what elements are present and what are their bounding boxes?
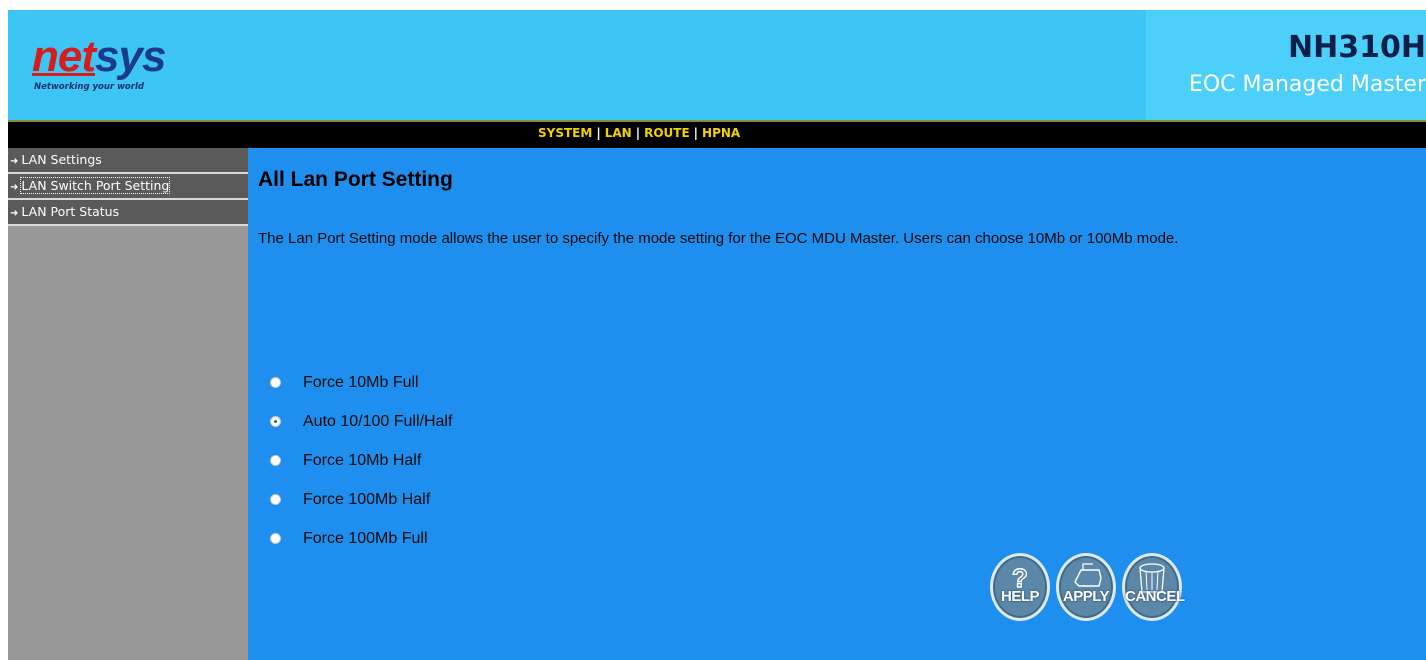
- cancel-button-label: CANCEL: [1125, 588, 1185, 605]
- logo-wordmark: netsys: [32, 32, 166, 82]
- option-auto-10-100[interactable]: Auto 10/100 Full/Half: [270, 402, 452, 441]
- header-banner: netsys Networking your world NH310H EOC …: [8, 10, 1426, 120]
- port-mode-radio-group: Force 10Mb Full Auto 10/100 Full/Half Fo…: [270, 363, 452, 558]
- option-label: Force 10Mb Half: [303, 451, 422, 469]
- apply-button-label: APPLY: [1062, 588, 1110, 605]
- header-product-panel: [1146, 10, 1426, 120]
- product-model: NH310H: [1288, 30, 1426, 65]
- help-button-label: HELP: [1000, 588, 1040, 605]
- option-label: Auto 10/100 Full/Half: [303, 412, 453, 430]
- nav-lan[interactable]: LAN: [605, 126, 632, 140]
- apply-button[interactable]: APPLY: [1056, 553, 1116, 621]
- sidebar-item-label: LAN Port Status: [21, 204, 120, 219]
- nav-system[interactable]: SYSTEM: [538, 126, 592, 140]
- option-label: Force 10Mb Full: [303, 373, 419, 391]
- radio-button[interactable]: [270, 377, 281, 388]
- sidebar-item-label: LAN Switch Port Setting: [20, 177, 171, 194]
- main-content: All Lan Port Setting The Lan Port Settin…: [248, 148, 1426, 660]
- hand-pointer-icon: [1074, 563, 1102, 587]
- sidebar: ➜ LAN Settings ➜ LAN Switch Port Setting ➜…: [8, 148, 248, 660]
- nav-separator: |: [693, 126, 699, 140]
- radio-button[interactable]: [270, 494, 281, 505]
- router-admin-page: netsys Networking your world NH310H EOC …: [8, 10, 1426, 660]
- option-force-10mb-full[interactable]: Force 10Mb Full: [270, 363, 452, 402]
- sidebar-item-lan-settings[interactable]: ➜ LAN Settings: [8, 148, 248, 174]
- option-force-10mb-half[interactable]: Force 10Mb Half: [270, 441, 452, 480]
- top-nav-links: SYSTEM | LAN | ROUTE | HPNA: [538, 126, 740, 140]
- nav-separator: |: [596, 126, 601, 140]
- page-title: All Lan Port Setting: [258, 168, 453, 191]
- nav-separator: |: [635, 126, 641, 140]
- radio-button[interactable]: [270, 533, 281, 544]
- nav-hpna[interactable]: HPNA: [702, 126, 740, 140]
- radio-button-selected[interactable]: [270, 416, 281, 427]
- arrow-right-icon: ➜: [10, 156, 19, 167]
- arrow-right-icon: ➜: [10, 208, 19, 219]
- sidebar-item-lan-port-status[interactable]: ➜ LAN Port Status: [8, 200, 248, 226]
- logo-tagline: Networking your world: [34, 82, 144, 92]
- sidebar-item-label: LAN Settings: [21, 152, 102, 167]
- radio-button[interactable]: [270, 455, 281, 466]
- help-button[interactable]: ? HELP: [990, 553, 1050, 621]
- logo-net: net: [32, 32, 96, 81]
- option-force-100mb-full[interactable]: Force 100Mb Full: [270, 519, 452, 558]
- product-subtitle: EOC Managed Master: [1188, 72, 1426, 97]
- top-nav-bar: SYSTEM | LAN | ROUTE | HPNA: [8, 120, 1426, 148]
- question-mark-icon: ?: [1011, 562, 1028, 593]
- trash-bin-icon: [1139, 563, 1165, 593]
- page-description: The Lan Port Setting mode allows the use…: [258, 230, 1179, 247]
- cancel-button[interactable]: CANCEL: [1122, 553, 1185, 621]
- sidebar-item-lan-switch-port-setting[interactable]: ➜ LAN Switch Port Setting: [8, 174, 248, 200]
- option-force-100mb-half[interactable]: Force 100Mb Half: [270, 480, 452, 519]
- option-label: Force 100Mb Half: [303, 490, 431, 508]
- arrow-right-icon: ➜: [10, 182, 19, 193]
- logo-sys: sys: [95, 32, 166, 81]
- nav-route[interactable]: ROUTE: [644, 126, 690, 140]
- netsys-logo: netsys Networking your world: [32, 32, 202, 102]
- option-label: Force 100Mb Full: [303, 529, 428, 547]
